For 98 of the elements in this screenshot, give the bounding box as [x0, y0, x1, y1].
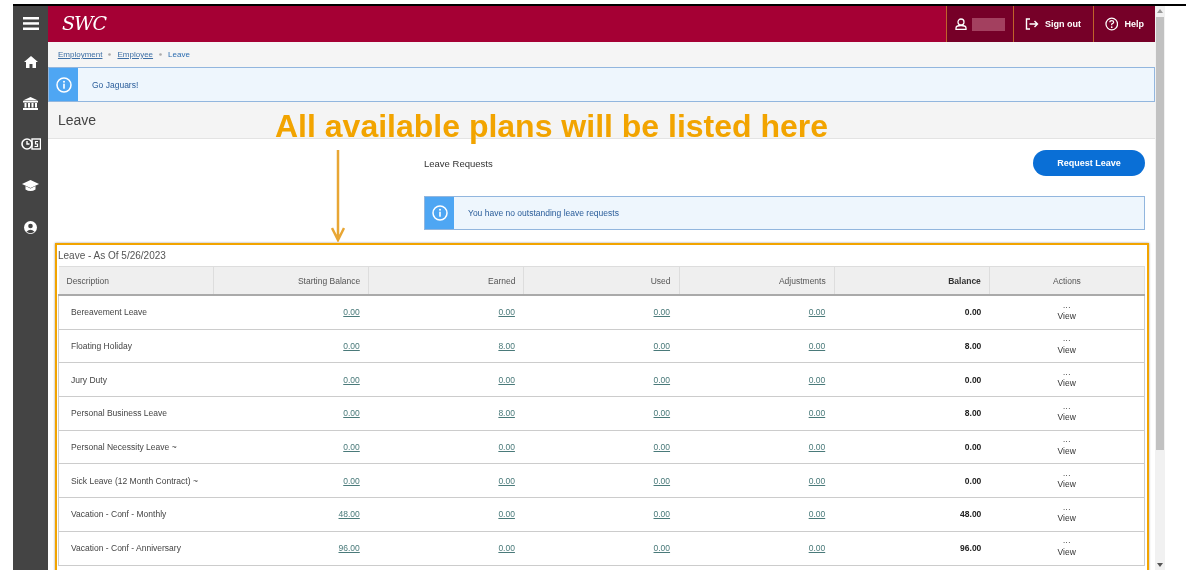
help-icon	[1105, 17, 1119, 31]
view-link[interactable]: View	[1057, 378, 1076, 389]
amount-link[interactable]: 0.00	[808, 442, 827, 453]
amount-link[interactable]: 0.00	[808, 374, 827, 385]
amount-link[interactable]: 0.00	[808, 307, 827, 318]
page-title: Leave	[58, 112, 97, 128]
amount-link[interactable]: 0.00	[808, 543, 827, 554]
table-cell: Jury Duty	[58, 362, 214, 397]
section-title: Leave Requests	[424, 157, 493, 169]
amount-link[interactable]: 0.00	[653, 442, 672, 453]
amount-link[interactable]: 0.00	[343, 341, 361, 352]
view-link[interactable]: View	[1057, 445, 1076, 456]
amount-link[interactable]: 0.00	[653, 408, 672, 419]
amount-link[interactable]: 0.00	[498, 442, 516, 453]
table-caption: Leave - As Of 5/26/2023	[58, 250, 166, 261]
scrollbar[interactable]	[1155, 6, 1165, 570]
amount-link[interactable]: 0.00	[653, 509, 672, 520]
breadcrumb-link[interactable]: Employee	[117, 50, 154, 59]
separator-dot-icon	[108, 53, 112, 56]
graduation-cap-icon[interactable]	[22, 180, 39, 192]
amount-link[interactable]: 0.00	[808, 341, 827, 352]
amount-link[interactable]: 48.00	[338, 509, 361, 520]
table-cell: 0.00	[834, 430, 990, 464]
user-circle-icon[interactable]	[24, 220, 37, 234]
breadcrumb-link[interactable]: Employment	[58, 50, 103, 59]
home-icon[interactable]	[23, 56, 38, 68]
column-header: Description	[58, 266, 214, 295]
view-link[interactable]: View	[1057, 344, 1076, 355]
amount-link[interactable]: 0.00	[343, 442, 361, 453]
table-cell: 0.00	[834, 295, 990, 330]
table-cell: Bereavement Leave	[58, 295, 214, 330]
more-menu[interactable]: ···	[997, 404, 1136, 412]
amount-link[interactable]: 0.00	[653, 307, 672, 318]
menu-icon[interactable]	[22, 16, 39, 30]
table-cell: Personal Necessity Leave ~	[58, 430, 214, 464]
amount-link[interactable]: 0.00	[343, 408, 361, 419]
amount-link[interactable]: 0.00	[498, 374, 516, 385]
amount-link[interactable]: 0.00	[343, 475, 361, 486]
amount-link[interactable]: 0.00	[343, 307, 361, 318]
view-link[interactable]: View	[1057, 310, 1076, 321]
column-header: Adjustments	[679, 266, 835, 295]
amount-link[interactable]: 0.00	[808, 408, 827, 419]
table-cell: Vacation - Conf - Anniversary	[58, 531, 214, 565]
table-cell: Vacation - Conf - Monthly	[58, 497, 214, 532]
more-menu[interactable]: ···	[997, 337, 1136, 345]
amount-link[interactable]: 0.00	[498, 307, 516, 318]
info-icon	[431, 205, 448, 221]
view-link[interactable]: View	[1057, 546, 1076, 557]
amount-link[interactable]: 0.00	[808, 509, 827, 520]
college-logo[interactable]: SWC	[62, 12, 107, 34]
user-icon	[955, 18, 967, 30]
banner-text: Go Jaguars!	[91, 79, 139, 90]
table-cell: 0.00	[834, 362, 990, 397]
amount-link[interactable]: 0.00	[653, 374, 672, 385]
view-link[interactable]: View	[1057, 411, 1076, 422]
table-cell: Sick Leave (12 Month Contract) ~	[58, 463, 214, 498]
amount-link[interactable]: 0.00	[653, 341, 672, 352]
column-header: Balance	[834, 266, 990, 295]
request-leave-button[interactable]: Request Leave	[1033, 150, 1145, 176]
table-cell: 8.00	[834, 329, 990, 363]
table-cell: Personal Business Leave	[58, 396, 214, 431]
table-cell: 8.00	[834, 396, 990, 431]
amount-link[interactable]: 0.00	[498, 475, 516, 486]
column-header: Starting Balance	[213, 266, 369, 295]
amount-link[interactable]: 0.00	[343, 374, 361, 385]
more-menu[interactable]: ···	[997, 472, 1136, 480]
more-menu[interactable]: ···	[997, 303, 1136, 311]
amount-link[interactable]: 96.00	[338, 543, 361, 554]
more-menu[interactable]: ···	[997, 371, 1136, 379]
banner-text: You have no outstanding leave requests	[467, 208, 619, 218]
table-cell: 0.00	[834, 463, 990, 498]
column-header: Earned	[368, 266, 524, 295]
table-cell: 96.00	[834, 531, 990, 565]
bank-icon[interactable]	[23, 96, 38, 110]
view-link[interactable]: View	[1057, 512, 1076, 523]
more-menu[interactable]: ···	[997, 438, 1136, 446]
annotation-text: All available plans will be listed here	[275, 108, 829, 145]
redacted-name	[972, 17, 1005, 31]
help-button[interactable]: Help	[1093, 6, 1155, 42]
amount-link[interactable]: 8.00	[498, 408, 516, 419]
amount-link[interactable]: 0.00	[498, 543, 516, 554]
sign-out-button[interactable]: Sign out	[1013, 6, 1093, 42]
amount-link[interactable]: 0.00	[808, 475, 827, 486]
amount-link[interactable]: 0.00	[653, 543, 672, 554]
column-header: Actions	[989, 266, 1145, 295]
amount-link[interactable]: 8.00	[498, 341, 516, 352]
separator-dot-icon	[159, 53, 163, 56]
more-menu[interactable]: ···	[997, 539, 1136, 547]
more-menu[interactable]: ···	[997, 505, 1136, 513]
info-icon	[55, 76, 72, 93]
amount-link[interactable]: 0.00	[498, 509, 516, 520]
column-header: Used	[523, 266, 680, 295]
amount-link[interactable]: 0.00	[653, 475, 672, 486]
clock-dollar-icon[interactable]	[20, 138, 41, 150]
sign-out-icon	[1025, 18, 1039, 30]
view-link[interactable]: View	[1057, 479, 1076, 490]
table-cell: Floating Holiday	[58, 329, 214, 363]
table-cell: 48.00	[834, 497, 990, 532]
